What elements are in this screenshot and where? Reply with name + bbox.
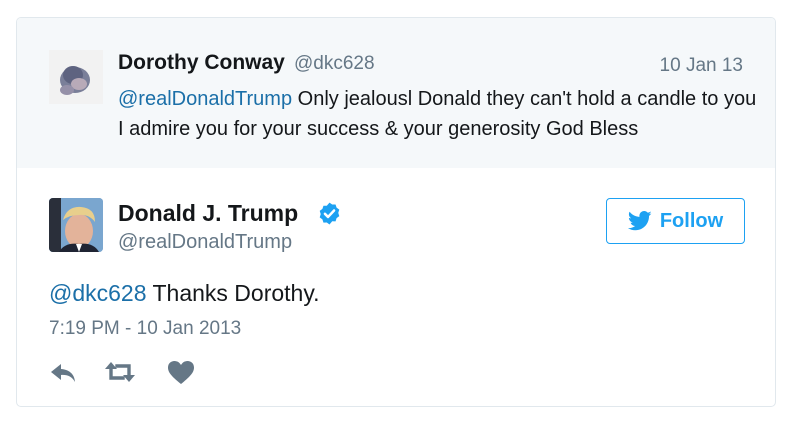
tweet-mention-link[interactable]: @dkc628 — [49, 280, 147, 306]
reply-icon — [51, 364, 75, 382]
author-name[interactable]: Donald J. Trump — [118, 200, 298, 227]
like-icon — [168, 361, 194, 384]
follow-button[interactable]: Follow — [606, 198, 745, 244]
reply-button[interactable] — [49, 358, 79, 386]
quoted-author-name[interactable]: Dorothy Conway — [118, 51, 285, 75]
tweet-card: Dorothy Conway @dkc628 10 Jan 13 @realDo… — [16, 17, 776, 407]
quoted-author-avatar[interactable] — [49, 50, 103, 104]
quoted-mention-link[interactable]: @realDonaldTrump — [118, 88, 292, 110]
follow-label: Follow — [659, 209, 724, 232]
tweet-timestamp[interactable]: 7:19 PM - 10 Jan 2013 — [49, 318, 241, 340]
quoted-tweet-date[interactable]: 10 Jan 13 — [660, 55, 743, 77]
author-avatar[interactable] — [49, 198, 103, 252]
retweet-icon — [105, 362, 135, 382]
tweet-body: Thanks Dorothy. — [146, 280, 320, 306]
retweet-button[interactable] — [103, 358, 137, 386]
avatar-photo-icon — [49, 50, 103, 104]
verified-badge-icon — [319, 202, 340, 225]
quoted-author-handle[interactable]: @dkc628 — [294, 53, 375, 75]
avatar-photo-icon — [49, 198, 103, 252]
like-button[interactable] — [165, 358, 197, 386]
twitter-bird-icon — [627, 211, 652, 231]
tweet-text: @dkc628 Thanks Dorothy. — [49, 280, 320, 307]
quoted-tweet-text: @realDonaldTrump Only jealousl Donald th… — [118, 84, 758, 144]
quoted-tweet[interactable]: Dorothy Conway @dkc628 10 Jan 13 @realDo… — [17, 18, 775, 168]
author-handle[interactable]: @realDonaldTrump — [118, 231, 292, 254]
